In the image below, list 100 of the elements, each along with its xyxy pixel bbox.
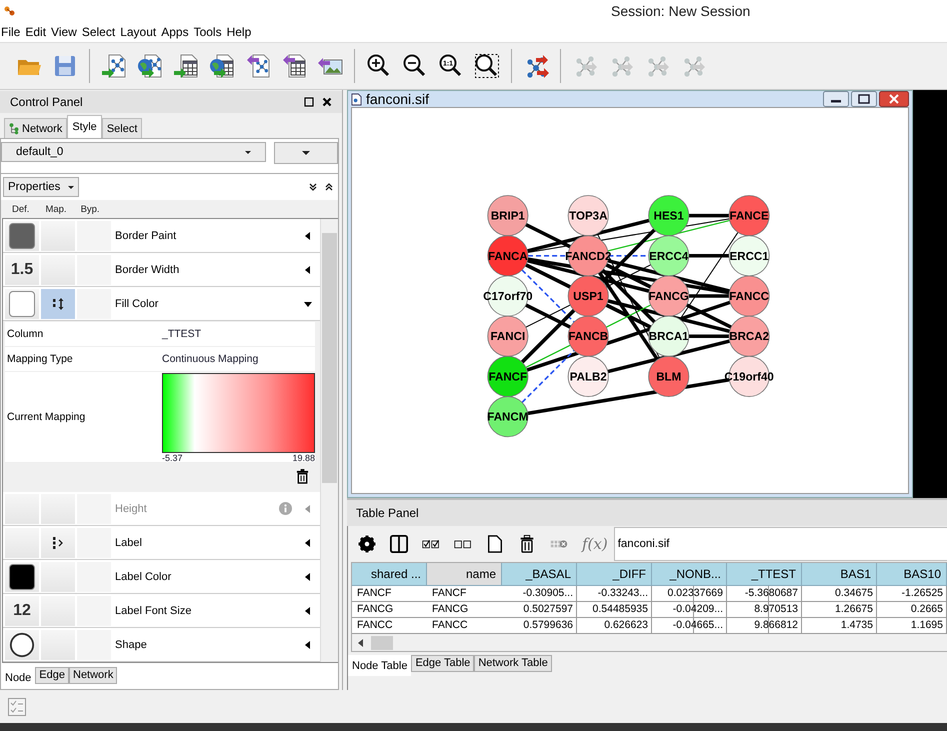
new-document-icon[interactable]	[486, 535, 504, 553]
bypass-cell[interactable]	[77, 220, 111, 250]
mapping-cell[interactable]	[41, 630, 75, 660]
edge-line[interactable]	[525, 303, 572, 329]
column-header[interactable]: shared ...	[352, 563, 427, 586]
column-header[interactable]: name	[427, 563, 502, 586]
close-icon[interactable]	[322, 97, 332, 107]
property-row[interactable]: Fill Color	[3, 287, 320, 321]
bypass-cell[interactable]	[77, 630, 111, 660]
network-node[interactable]	[728, 195, 770, 236]
settings-icon[interactable]	[358, 535, 376, 553]
bypass-cell[interactable]	[77, 254, 111, 284]
column-header[interactable]: _BASAL	[502, 563, 577, 586]
default-value-cell[interactable]	[5, 528, 39, 558]
network-node[interactable]	[487, 316, 528, 357]
scrollbar[interactable]	[320, 219, 338, 662]
network-node[interactable]	[648, 235, 690, 276]
network-node[interactable]	[568, 316, 609, 357]
expand-arrow-icon[interactable]	[304, 230, 312, 240]
mapping-cell[interactable]	[41, 494, 75, 524]
network-field[interactable]: fanconi.sif	[614, 527, 947, 561]
trash-icon[interactable]	[296, 469, 309, 484]
property-row[interactable]: Shape	[3, 628, 320, 662]
style-dropdown[interactable]: default_0	[1, 142, 266, 162]
zoom-out-icon[interactable]	[402, 53, 428, 79]
mapping-cell[interactable]	[41, 220, 75, 250]
maximize-icon[interactable]	[304, 97, 314, 107]
zoom-selection-icon[interactable]	[474, 53, 500, 79]
edge-line[interactable]	[526, 218, 650, 253]
close-icon[interactable]	[879, 91, 909, 107]
expand-arrow-icon[interactable]	[304, 538, 312, 548]
edge-line[interactable]	[605, 303, 652, 329]
network-node[interactable]	[728, 276, 770, 317]
column-header[interactable]: _NONB...	[652, 563, 727, 586]
network-import-icon[interactable]	[101, 53, 127, 79]
edge-line[interactable]	[607, 339, 730, 374]
mapping-cell[interactable]	[41, 288, 75, 318]
panel-tab[interactable]: Select	[102, 118, 142, 138]
property-row[interactable]: Label	[3, 526, 320, 560]
property-row[interactable]: Border Paint	[3, 219, 320, 253]
expand-arrow-icon[interactable]	[304, 640, 312, 650]
network-node[interactable]	[568, 195, 609, 236]
mapping-cell[interactable]	[41, 562, 75, 592]
maximize-icon[interactable]	[851, 91, 877, 107]
default-value-cell[interactable]: 12	[5, 596, 39, 626]
property-row[interactable]: Label Color	[3, 560, 320, 594]
table-tab[interactable]: Node Table	[348, 655, 412, 676]
color-gradient[interactable]	[162, 373, 315, 453]
bypass-cell[interactable]	[77, 528, 111, 558]
network-node[interactable]	[487, 195, 528, 236]
column-value[interactable]: _TTEST	[162, 328, 202, 340]
network-node[interactable]	[728, 235, 770, 276]
horizontal-scrollbar[interactable]	[352, 634, 947, 651]
menu-item[interactable]: Apps	[159, 25, 192, 39]
expand-all-icon[interactable]	[308, 182, 318, 192]
default-value-cell[interactable]	[5, 494, 39, 524]
column-header[interactable]: BAS1	[802, 563, 877, 586]
zoom-in-icon[interactable]	[366, 53, 392, 79]
globe-table-icon[interactable]	[209, 53, 235, 79]
edge-line[interactable]	[688, 254, 730, 258]
menu-item[interactable]: Edit	[23, 25, 50, 39]
network-node[interactable]	[648, 356, 690, 397]
table-export-icon[interactable]	[281, 53, 307, 79]
network-node[interactable]	[728, 316, 770, 357]
network-node[interactable]	[568, 276, 609, 317]
network-node[interactable]	[648, 316, 690, 357]
expand-arrow-icon[interactable]	[304, 264, 312, 274]
mapping-cell[interactable]	[41, 528, 75, 558]
menu-item[interactable]: Select	[80, 25, 118, 39]
bypass-cell[interactable]	[77, 562, 111, 592]
property-row[interactable]: 1.5 Border Width	[3, 253, 320, 287]
column-header[interactable]: _DIFF	[577, 563, 652, 586]
element-type-tab[interactable]: Network	[69, 667, 118, 684]
network-node[interactable]	[568, 356, 609, 397]
column-header[interactable]: _TTEST	[727, 563, 802, 586]
element-type-tab[interactable]: Edge	[35, 667, 69, 684]
expand-arrow-icon[interactable]	[304, 572, 312, 582]
property-row[interactable]: 12 Label Font Size	[3, 594, 320, 628]
function-button[interactable]: f(x)	[582, 535, 608, 553]
bypass-cell[interactable]	[77, 288, 111, 318]
column-header[interactable]: BAS10	[877, 563, 947, 586]
mapping-type-value[interactable]: Continuous Mapping	[162, 353, 258, 365]
task-list-icon[interactable]	[8, 698, 26, 716]
properties-dropdown[interactable]: Properties	[3, 177, 80, 197]
menu-item[interactable]: View	[49, 25, 80, 39]
menu-item[interactable]: Layout	[118, 25, 160, 39]
network-export-icon[interactable]	[245, 53, 271, 79]
edge-line[interactable]	[688, 214, 730, 218]
trash-icon[interactable]	[518, 535, 536, 553]
bypass-cell[interactable]	[77, 596, 111, 626]
table-tab[interactable]: Network Table	[474, 655, 552, 672]
network-node[interactable]	[487, 356, 528, 397]
globe-network-icon[interactable]	[137, 53, 163, 79]
edge-line[interactable]	[607, 299, 730, 334]
table-import-icon[interactable]	[173, 53, 199, 79]
panel-tab[interactable]: Network	[4, 118, 68, 138]
network-node[interactable]	[487, 235, 528, 276]
edge-line[interactable]	[688, 334, 730, 338]
menu-item[interactable]: File	[0, 25, 24, 39]
network-node[interactable]	[648, 195, 690, 236]
